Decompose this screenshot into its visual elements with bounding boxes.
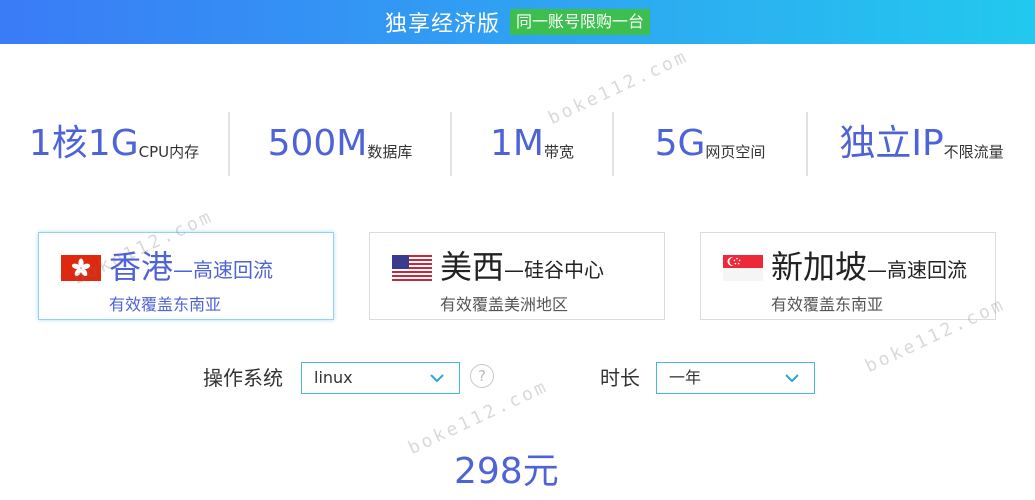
spec-web-space: 5G 网页空间: [614, 112, 808, 176]
spec-dedicated-ip: 独立IP 不限流量: [808, 112, 1035, 176]
region-coverage: 有效覆盖东南亚: [109, 295, 222, 314]
region-subtitle: —高速回流: [867, 258, 968, 282]
spec-unit: 不限流量: [943, 143, 1004, 161]
chevron-down-icon: [785, 374, 799, 383]
spec-row: 1核1G CPU内存 500M 数据库 1M 带宽 5G 网页空间 独立IP 不…: [0, 112, 1035, 176]
spec-value: 500M: [267, 123, 368, 164]
region-head: 香港 —高速回流: [61, 247, 273, 287]
region-name: 香港: [109, 248, 174, 286]
price-display: 298元: [454, 451, 559, 492]
spec-unit: 网页空间: [705, 143, 766, 161]
region-name: 美西: [440, 248, 505, 286]
singapore-flag-icon: [723, 255, 763, 281]
duration-label: 时长: [600, 366, 640, 390]
spec-cpu-memory: 1核1G CPU内存: [0, 112, 230, 176]
chevron-down-icon: [430, 374, 444, 383]
region-coverage: 有效覆盖美洲地区: [440, 295, 569, 314]
region-subtitle: —硅谷中心: [504, 258, 605, 282]
spec-value: 1核1G: [28, 123, 139, 164]
region-head: 新加坡 —高速回流: [723, 247, 967, 287]
spec-value: 5G: [654, 123, 706, 164]
region-coverage: 有效覆盖东南亚: [771, 295, 884, 314]
spec-unit: 数据库: [367, 143, 413, 161]
region-head: 美西 —硅谷中心: [392, 247, 604, 287]
option-row: 操作系统 linux 时长 一年: [0, 360, 1035, 396]
region-name: 新加坡: [771, 248, 868, 286]
spec-unit: CPU内存: [138, 143, 200, 161]
spec-unit: 带宽: [543, 143, 574, 161]
product-title: 独享经济版: [384, 12, 500, 37]
question-circle-icon[interactable]: ?: [470, 364, 494, 388]
os-select-value: linux: [314, 368, 353, 387]
spec-value: 独立IP: [839, 123, 944, 164]
region-card-hong-kong[interactable]: 香港 —高速回流 有效覆盖东南亚: [38, 232, 334, 320]
duration-select[interactable]: 一年: [656, 362, 815, 394]
hong-kong-flag-icon: [61, 255, 101, 281]
duration-select-value: 一年: [669, 368, 702, 387]
header-banner: 独享经济版 同一账号限购一台: [0, 0, 1035, 44]
region-subtitle: —高速回流: [173, 258, 274, 282]
spec-value: 1M: [490, 123, 544, 164]
spec-database: 500M 数据库: [230, 112, 452, 176]
region-selector: 香港 —高速回流 有效覆盖东南亚 美西 —硅谷中心 有效覆盖美洲地区 新加坡 —…: [0, 232, 1035, 320]
os-select[interactable]: linux: [301, 362, 460, 394]
purchase-limit-badge: 同一账号限购一台: [510, 9, 651, 35]
os-label: 操作系统: [203, 366, 283, 390]
region-card-singapore[interactable]: 新加坡 —高速回流 有效覆盖东南亚: [700, 232, 996, 320]
spec-bandwidth: 1M 带宽: [452, 112, 614, 176]
region-card-us-west[interactable]: 美西 —硅谷中心 有效覆盖美洲地区: [369, 232, 665, 320]
us-flag-icon: [392, 255, 432, 281]
